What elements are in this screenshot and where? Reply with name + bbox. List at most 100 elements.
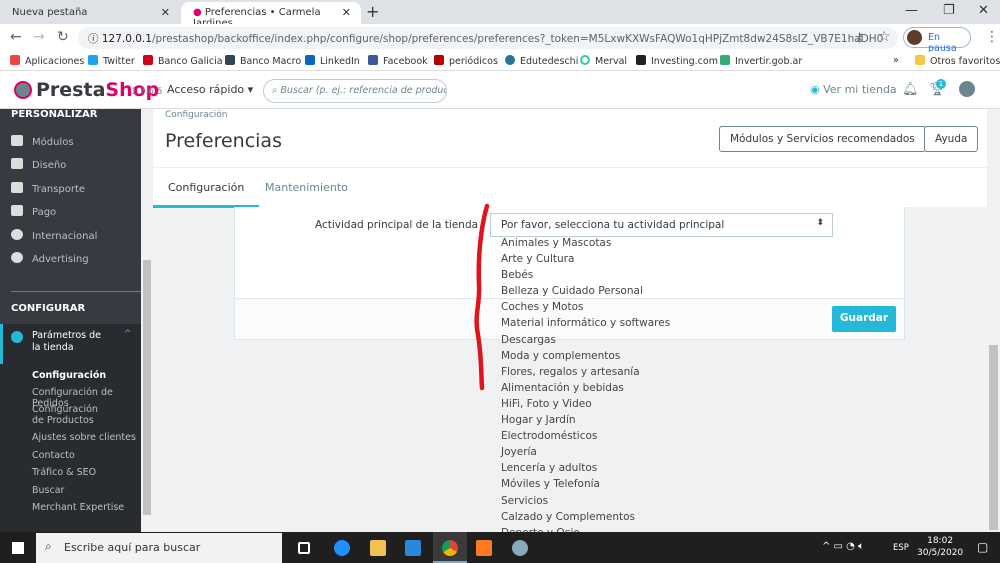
gear-icon (11, 331, 23, 343)
chevron-up-icon[interactable]: ^ (124, 329, 132, 339)
language-indicator[interactable]: ESP (893, 543, 909, 553)
subitem-buscar[interactable]: Buscar (32, 485, 64, 496)
page-tabs: Configuración Mantenimiento (153, 167, 987, 208)
activity-option[interactable]: Arte y Cultura (501, 251, 670, 267)
activity-option[interactable]: Coches y Motos (501, 299, 670, 315)
activity-option[interactable]: Móviles y Telefonía (501, 476, 670, 492)
sidebar-item-pago[interactable]: Pago (11, 205, 56, 218)
xampp-icon[interactable] (476, 540, 492, 556)
mail-icon[interactable] (405, 540, 421, 556)
activity-option[interactable]: Descargas (501, 332, 670, 348)
tray-icons[interactable]: ^ ▭ ◔ 🔈︎ (822, 541, 864, 552)
bookmark[interactable]: Merval (580, 55, 627, 67)
bookmark[interactable]: Invertir.gob.ar (720, 55, 802, 67)
new-tab-button[interactable]: + (366, 2, 379, 21)
advertising-icon (11, 252, 23, 263)
forward-icon[interactable]: → (33, 29, 45, 45)
bookmark[interactable]: Banco Galicia (143, 55, 223, 67)
activity-option[interactable]: Joyería (501, 444, 670, 460)
puzzle-icon (11, 135, 23, 146)
edge-icon[interactable] (334, 540, 350, 556)
sidebar-item-diseno[interactable]: Diseño (11, 158, 66, 171)
activity-select[interactable]: Por favor, selecciona tu actividad princ… (490, 213, 833, 237)
field-label: Actividad principal de la tienda (315, 219, 479, 231)
save-button[interactable]: Guardar (832, 306, 896, 332)
close-icon[interactable]: ✕ (342, 6, 351, 19)
bookmark[interactable]: Investing.com (636, 55, 718, 67)
bookmark[interactable]: periódicos (434, 55, 498, 67)
back-icon[interactable]: ← (10, 29, 22, 45)
profile-button[interactable]: En pausa (903, 27, 971, 54)
bookmark[interactable]: Twitter (88, 55, 135, 67)
sidebar-item-advertising[interactable]: Advertising (11, 252, 89, 265)
bell-icon[interactable]: 🔔︎ (902, 82, 919, 97)
url-input[interactable]: ⓘ 127.0.0.1/prestashop/backoffice/index.… (78, 27, 898, 49)
monitor-icon (11, 158, 23, 169)
activity-option[interactable]: Flores, regalos y artesanía (501, 364, 670, 380)
user-icon[interactable] (959, 81, 975, 97)
key-icon[interactable]: ⚷ (855, 30, 864, 44)
clock[interactable]: 18:02 30/5/2020 (917, 535, 963, 559)
breadcrumb[interactable]: Configuración (165, 110, 227, 120)
activity-option[interactable]: Electrodomésticos (501, 428, 670, 444)
help-button[interactable]: Ayuda (924, 126, 979, 152)
bookmark[interactable]: LinkedIn (305, 55, 360, 67)
bookmark[interactable]: Edutedeschi (505, 55, 578, 67)
search-input[interactable]: ⌕ Buscar (p. ej.: referencia de producto… (263, 79, 447, 103)
tab-mantenimiento[interactable]: Mantenimiento (250, 168, 363, 208)
sidebar-scroll-thumb[interactable] (143, 260, 151, 515)
view-store-link[interactable]: ◉ Ver mi tienda (810, 83, 897, 96)
notifications-icon[interactable]: ▢ (977, 540, 988, 554)
activity-option[interactable]: Hogar y Jardín (501, 412, 670, 428)
activity-option[interactable]: Animales y Mascotas (501, 235, 670, 251)
bookmark[interactable]: Banco Macro (225, 55, 301, 67)
bookmark[interactable]: Facebook (368, 55, 428, 67)
sidebar-item-transporte[interactable]: Transporte (11, 182, 85, 195)
eye-icon: ◉ (810, 83, 820, 96)
chrome-icon[interactable] (442, 540, 458, 556)
subitem-merchant[interactable]: Merchant Expertise (32, 502, 124, 513)
subitem-trafico-seo[interactable]: Tráfico & SEO (32, 467, 96, 478)
tab-new[interactable]: Nueva pestaña ✕ (0, 2, 180, 24)
close-icon[interactable]: ✕ (161, 6, 170, 19)
subitem-productos[interactable]: Configuración de Productos (32, 404, 112, 426)
sidebar-item-modulos[interactable]: Módulos (11, 135, 74, 148)
task-view-icon[interactable] (298, 542, 310, 554)
tab-preferencias[interactable]: ● Preferencias • Carmela Jardines✕ (181, 2, 361, 29)
other-bookmarks[interactable]: Otros favoritos (915, 55, 1000, 67)
more-bookmarks-icon[interactable]: » (893, 55, 899, 66)
activity-option[interactable]: HiFi, Foto y Video (501, 396, 670, 412)
tab-configuracion[interactable]: Configuración (153, 168, 260, 208)
menu-icon[interactable]: ⋮ (985, 29, 999, 45)
activity-option[interactable]: Belleza y Cuidado Personal (501, 283, 670, 299)
activity-option[interactable]: Material informático y softwares (501, 315, 670, 331)
quick-access-dropdown[interactable]: Acceso rápido ▾ (167, 83, 253, 96)
minimize-button[interactable]: — (905, 3, 918, 18)
paint-icon[interactable] (512, 540, 528, 556)
close-window-button[interactable]: ✕ (978, 3, 989, 18)
activity-option[interactable]: Servicios (501, 493, 670, 509)
windows-start-icon[interactable] (12, 542, 24, 554)
subitem-configuracion[interactable]: Configuración (32, 370, 106, 381)
subitem-contacto[interactable]: Contacto (32, 450, 75, 461)
file-explorer-icon[interactable] (370, 540, 386, 556)
tab-label: Nueva pestaña (12, 7, 88, 18)
activity-option[interactable]: Calzado y Complementos (501, 509, 670, 525)
taskbar-search-input[interactable]: ⌕ Escribe aquí para buscar (36, 533, 282, 563)
sidebar-item-internacional[interactable]: Internacional (11, 229, 97, 242)
bookmark[interactable]: Aplicaciones (10, 55, 84, 67)
reload-icon[interactable]: ↻ (57, 29, 69, 45)
sidebar-item-parametros[interactable]: Parámetros de la tienda (32, 330, 112, 354)
activity-option[interactable]: Bebés (501, 267, 670, 283)
maximize-button[interactable]: ❐ (943, 3, 955, 18)
activity-option[interactable]: Lencería y adultos (501, 460, 670, 476)
main-scroll-thumb[interactable] (989, 345, 998, 530)
activity-option[interactable]: Alimentación y bebidas (501, 380, 670, 396)
star-icon[interactable]: ☆ (878, 29, 891, 45)
card-icon (11, 205, 23, 216)
subitem-clientes[interactable]: Ajustes sobre clientes (32, 432, 136, 443)
activity-option[interactable]: Moda y complementos (501, 348, 670, 364)
red-annotation-mark (474, 203, 490, 391)
recommended-modules-button[interactable]: Módulos y Servicios recomendados (719, 126, 926, 152)
truck-icon (11, 182, 23, 193)
